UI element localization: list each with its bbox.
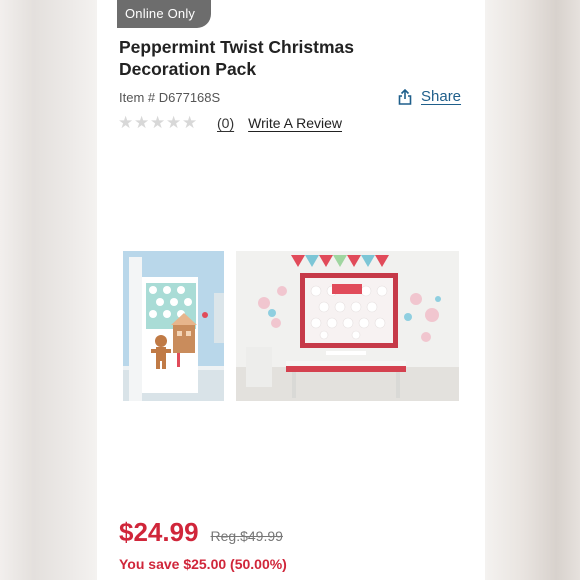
- product-page: Online Only Peppermint Twist Christmas D…: [97, 0, 485, 580]
- rating-row: ★ ★ ★ ★ ★ (0) Write A Review: [118, 113, 342, 133]
- product-title: Peppermint Twist Christmas Decoration Pa…: [119, 37, 355, 79]
- share-button[interactable]: Share: [398, 88, 461, 105]
- share-icon: [398, 88, 412, 105]
- star-icon: ★: [134, 113, 150, 132]
- price-row: $24.99 Reg.$49.99: [119, 517, 283, 548]
- star-rating: ★ ★ ★ ★ ★: [118, 113, 198, 133]
- online-only-badge: Online Only: [117, 0, 212, 28]
- item-number: Item # D677168S: [119, 90, 221, 105]
- review-count-link[interactable]: (0): [217, 115, 234, 131]
- bulletin-board-photo[interactable]: [236, 251, 459, 401]
- savings-text: You save $25.00 (50.00%): [119, 556, 287, 572]
- door-decoration-photo[interactable]: [123, 251, 224, 401]
- write-review-link[interactable]: Write A Review: [248, 115, 342, 131]
- background-left: [0, 0, 97, 580]
- star-icon: ★: [182, 113, 198, 132]
- sale-price: $24.99: [119, 517, 199, 547]
- regular-price: Reg.$49.99: [210, 528, 283, 544]
- star-icon: ★: [118, 113, 134, 132]
- share-label: Share: [421, 88, 462, 105]
- star-icon: ★: [166, 113, 182, 132]
- background-right: [485, 0, 580, 580]
- star-icon: ★: [150, 113, 166, 132]
